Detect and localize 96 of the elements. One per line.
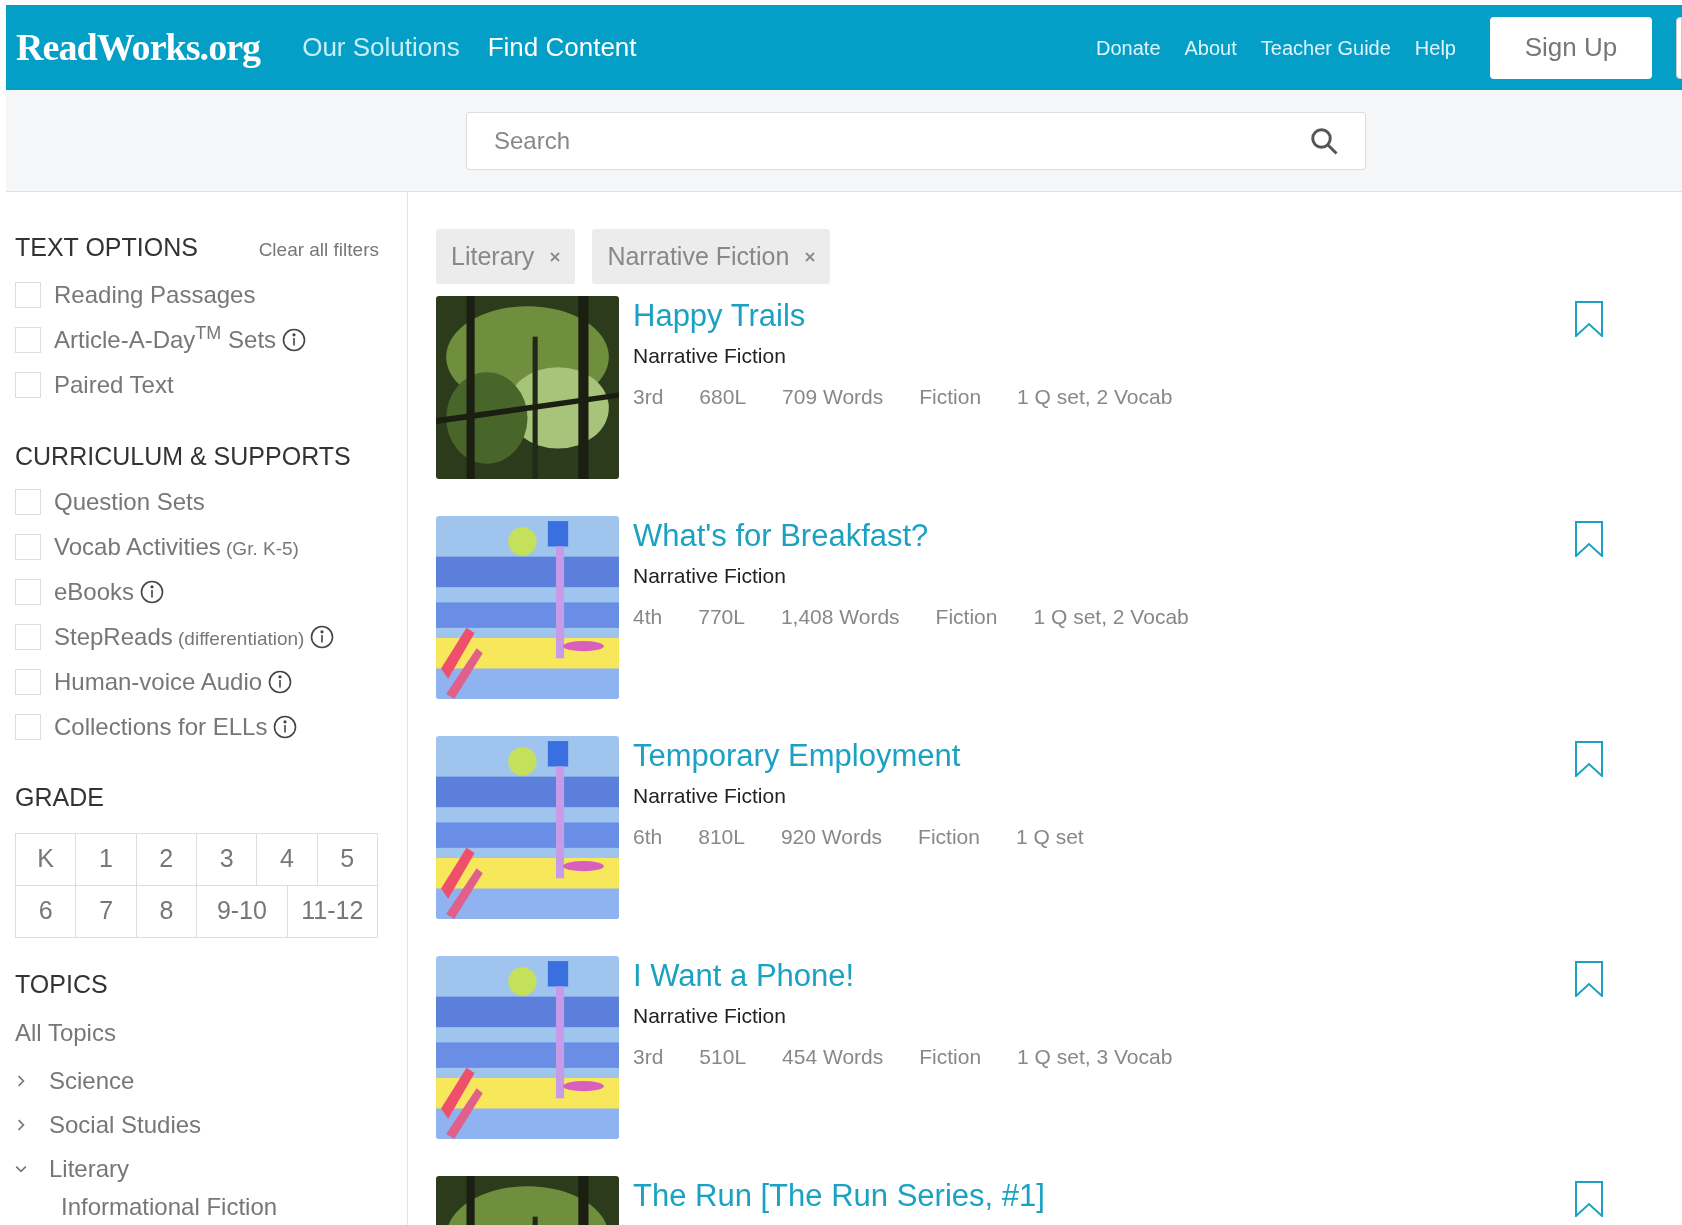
result-genre: Narrative Fiction [633,343,787,369]
nav-link[interactable]: Our Solutions [302,28,460,67]
topic-link[interactable]: Social Studies [49,1107,202,1143]
checkbox[interactable] [15,327,41,353]
result-meta: 6th [633,823,663,850]
filter-chip[interactable]: Literary [436,229,576,284]
grade-button[interactable]: 1 [76,833,137,886]
grade-button[interactable]: 5 [317,833,378,886]
info-icon[interactable] [140,579,165,604]
section-heading: TEXT OPTIONS [15,232,198,263]
checkbox[interactable] [15,713,41,740]
header-link[interactable]: Donate [1096,32,1161,63]
result-title[interactable]: What's for Breakfast? [633,518,1574,554]
checkbox[interactable] [15,668,41,695]
header-button-edge[interactable] [1676,16,1682,79]
result-genre: Narrative Fiction [633,783,787,809]
result-meta: 454 Words [782,1043,884,1070]
checkbox[interactable] [15,623,41,650]
filter-chip[interactable]: Narrative Fiction [592,229,831,284]
result-genre: Narrative Fiction [633,563,787,589]
grade-button[interactable]: 2 [136,833,197,886]
close-icon[interactable] [805,251,816,262]
filter-label[interactable]: Question Sets [54,483,205,520]
section-heading: GRADE [15,782,105,813]
filter-label[interactable]: Human-voice Audio [54,663,263,700]
header-link[interactable]: Help [1414,32,1456,63]
grade-button[interactable]: 9-10 [197,885,288,938]
result-title[interactable]: The Run [The Run Series, #1] [633,1178,1574,1214]
checkbox[interactable] [15,533,41,560]
checkbox[interactable] [15,578,41,605]
grade-button[interactable]: K [16,833,77,886]
result-meta: 1 Q set, 2 Vocab [1017,383,1173,410]
checkbox[interactable] [15,488,41,515]
logo[interactable]: ReadWorks.org [16,19,261,76]
bookmark-icon[interactable] [1574,741,1604,777]
result-meta: 1,408 Words [780,603,900,630]
result-meta: Fiction [919,383,982,410]
grade-button[interactable]: 11-12 [287,885,379,938]
result-meta: 3rd [633,383,664,410]
filter-label[interactable]: Vocab Activities (Gr. K-5) [54,528,299,565]
bookmark-icon[interactable] [1574,301,1604,337]
topic-link[interactable]: Informational Fiction [61,1193,278,1221]
result-meta: 3rd [633,1043,664,1070]
result-meta: Fiction [919,1043,982,1070]
result-title[interactable]: I Want a Phone! [633,958,1574,994]
info-icon[interactable] [268,669,293,694]
close-icon[interactable] [550,251,561,262]
result-meta: 1 Q set, 2 Vocab [1033,603,1189,630]
chevron-icon[interactable] [15,1163,27,1175]
result-meta: 770L [698,603,745,630]
chevron-icon[interactable] [15,1119,27,1131]
result-meta: Fiction [935,603,998,630]
result-title[interactable]: Happy Trails [633,298,1574,334]
grade-button[interactable]: 4 [257,833,318,886]
filter-label[interactable]: eBooks [54,573,135,610]
result-meta: 510L [699,1043,747,1070]
info-icon[interactable] [273,714,298,739]
bookmark-icon[interactable] [1574,1181,1604,1217]
checkbox[interactable] [15,282,41,308]
info-icon[interactable] [282,328,307,352]
result-meta: 1 Q set, 3 Vocab [1017,1043,1173,1070]
bookmark-icon[interactable] [1574,961,1604,997]
search-icon[interactable] [1309,125,1339,156]
chevron-icon[interactable] [15,1075,27,1087]
topic-link[interactable]: Literary [49,1151,130,1187]
grade-button[interactable]: 7 [76,885,137,938]
result-meta: 4th [633,603,663,630]
grade-button[interactable]: 6 [16,885,77,938]
result-meta: 920 Words [780,823,883,850]
result-meta: 810L [698,823,745,850]
filter-label[interactable]: Article-A-Day$^{TM}$ Sets [54,322,277,358]
result-title[interactable]: Temporary Employment [633,738,1574,774]
header-link[interactable]: Teacher Guide [1260,32,1391,63]
result-genre: Narrative Fiction [633,1003,787,1029]
grade-button[interactable]: 3 [197,833,258,886]
result-meta: 1 Q set [1015,823,1084,850]
search-field[interactable]: Search [466,111,1366,170]
topic-link[interactable]: All Topics [15,1015,379,1059]
header-link[interactable]: About [1184,32,1237,63]
section-heading: CURRICULUM & SUPPORTS [15,440,352,472]
sign-up-button[interactable]: Sign Up [1490,16,1652,79]
topic-link[interactable]: Science [49,1063,135,1099]
section-heading: TOPICS [15,968,109,1000]
filter-label[interactable]: Reading Passages [54,277,256,313]
filter-label[interactable]: StepReads (differentiation) [54,618,305,655]
filter-label[interactable]: Collections for ELLs [54,708,268,745]
result-meta: Fiction [918,823,980,850]
filter-label[interactable]: Paired Text [54,367,174,403]
info-icon[interactable] [310,624,335,649]
result-meta: 709 Words [782,383,884,410]
grade-button[interactable]: 8 [136,885,198,938]
bookmark-icon[interactable] [1574,521,1604,557]
checkbox[interactable] [15,372,41,398]
clear-filters-link[interactable]: Clear all filters [258,236,379,265]
result-meta: 680L [699,383,747,410]
nav-link[interactable]: Find Content [487,28,637,67]
